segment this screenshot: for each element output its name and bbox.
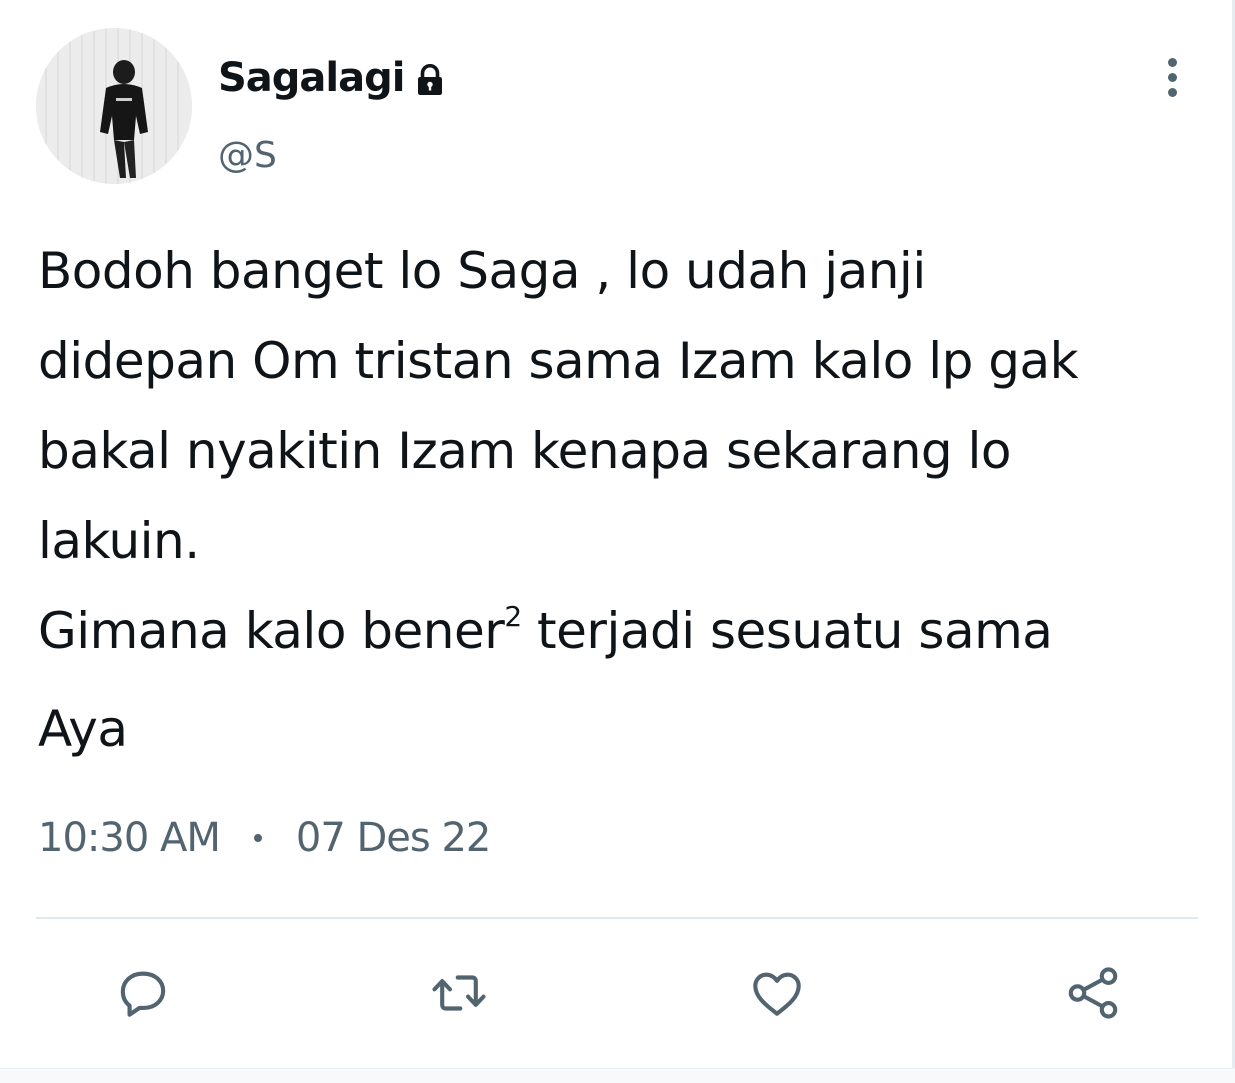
tweet-text: Bodoh banget lo Saga , lo udah janji did… [38, 226, 1208, 774]
user-handle[interactable]: @S [218, 134, 277, 178]
retweet-icon [432, 975, 486, 1011]
divider [36, 917, 1198, 919]
bottom-edge [0, 1068, 1235, 1083]
like-button[interactable] [742, 958, 812, 1028]
superscript: 2 [504, 600, 522, 633]
reply-button[interactable] [108, 958, 178, 1028]
tweet-text-line: bakal nyakitin Izam kenapa sekarang lo [38, 422, 1012, 480]
share-button[interactable] [1058, 958, 1128, 1028]
more-dot-icon [1167, 57, 1177, 67]
retweet-button[interactable] [424, 958, 494, 1028]
heart-icon [753, 972, 801, 1016]
lock-icon [412, 62, 448, 98]
tweet-date[interactable]: 07 Des 22 [296, 812, 491, 864]
tweet-text-segment: terjadi sesuatu sama [521, 602, 1053, 660]
tweet-text-line: didepan Om tristan sama Izam kalo lp gak [38, 332, 1079, 390]
tweet-text-line: Gimana kalo bener2 terjadi sesuatu sama [38, 586, 1208, 684]
tweet-time[interactable]: 10:30 AM [38, 812, 221, 864]
avatar[interactable] [36, 28, 192, 184]
tweet-text-segment: Gimana kalo bener [38, 602, 505, 660]
separator-dot [253, 834, 262, 842]
tweet-header: Sagalagi @S [36, 28, 1196, 188]
more-dot-icon [1167, 72, 1177, 82]
more-dot-icon [1167, 87, 1177, 97]
share-icon [1068, 967, 1118, 1019]
tweet-text-line: Bodoh banget lo Saga , lo udah janji [38, 242, 926, 300]
display-name[interactable]: Sagalagi [218, 54, 405, 102]
avatar-photo-icon [36, 28, 192, 184]
tweet-text-line: lakuin. [38, 512, 200, 570]
action-bar [0, 958, 1235, 1028]
reply-icon [120, 971, 166, 1017]
more-options-button[interactable] [1150, 52, 1194, 102]
tweet-text-line: Aya [38, 700, 128, 758]
tweet-meta: 10:30 AM 07 Des 22 [38, 812, 491, 864]
name-row: Sagalagi [218, 54, 448, 102]
